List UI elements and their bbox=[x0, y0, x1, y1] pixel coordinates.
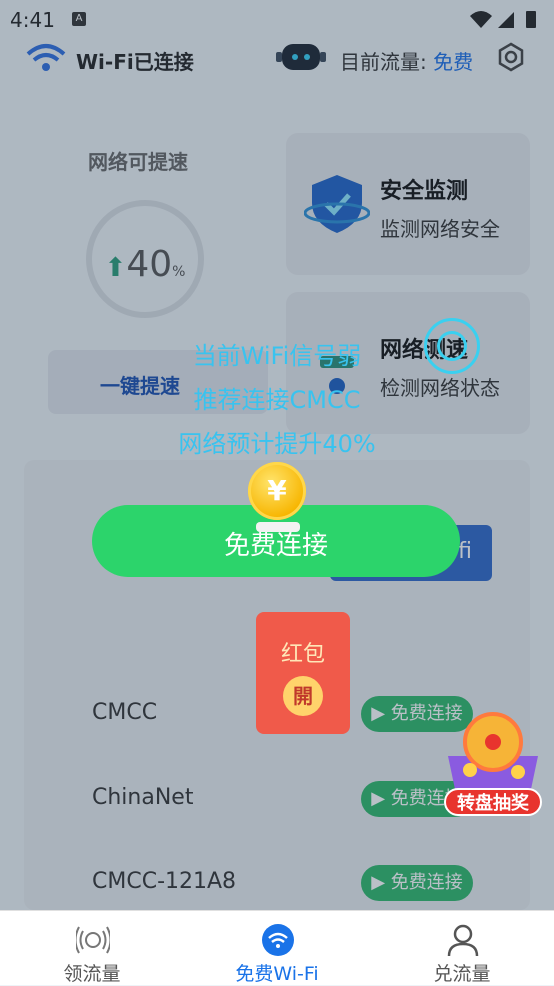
tab-label: 兑流量 bbox=[433, 963, 491, 985]
coin-base bbox=[256, 522, 300, 532]
tab-label: 免费Wi-Fi bbox=[235, 963, 319, 985]
tab-label: 领流量 bbox=[63, 963, 121, 985]
signal-coin-icon bbox=[76, 926, 110, 954]
tab-claim-flow[interactable]: 领流量 bbox=[0, 911, 184, 985]
prize-wheel-icon bbox=[448, 712, 538, 794]
lottery-widget[interactable]: 转盘抽奖 bbox=[440, 710, 546, 820]
red-packet-open-button[interactable]: 開 bbox=[283, 676, 323, 716]
tab-redeem-flow[interactable]: 兑流量 bbox=[370, 911, 554, 985]
wifi-icon bbox=[262, 924, 294, 956]
person-icon bbox=[447, 924, 479, 957]
popup-line-2: 推荐连接CMCC bbox=[193, 386, 361, 414]
red-packet-title: 红包 bbox=[280, 642, 325, 667]
popup-line-3: 网络预计提升40% bbox=[178, 430, 376, 458]
popup-line-1: 当前WiFi信号弱 bbox=[192, 342, 362, 370]
coin-icon: ¥ bbox=[248, 462, 306, 520]
red-packet[interactable]: 红包 開 bbox=[256, 612, 350, 734]
lottery-label: 转盘抽奖 bbox=[444, 788, 542, 816]
tab-free-wifi[interactable]: 免费Wi-Fi bbox=[185, 911, 369, 985]
bottom-tab-bar: 领流量 免费Wi-Fi 兑流量 bbox=[0, 910, 554, 985]
